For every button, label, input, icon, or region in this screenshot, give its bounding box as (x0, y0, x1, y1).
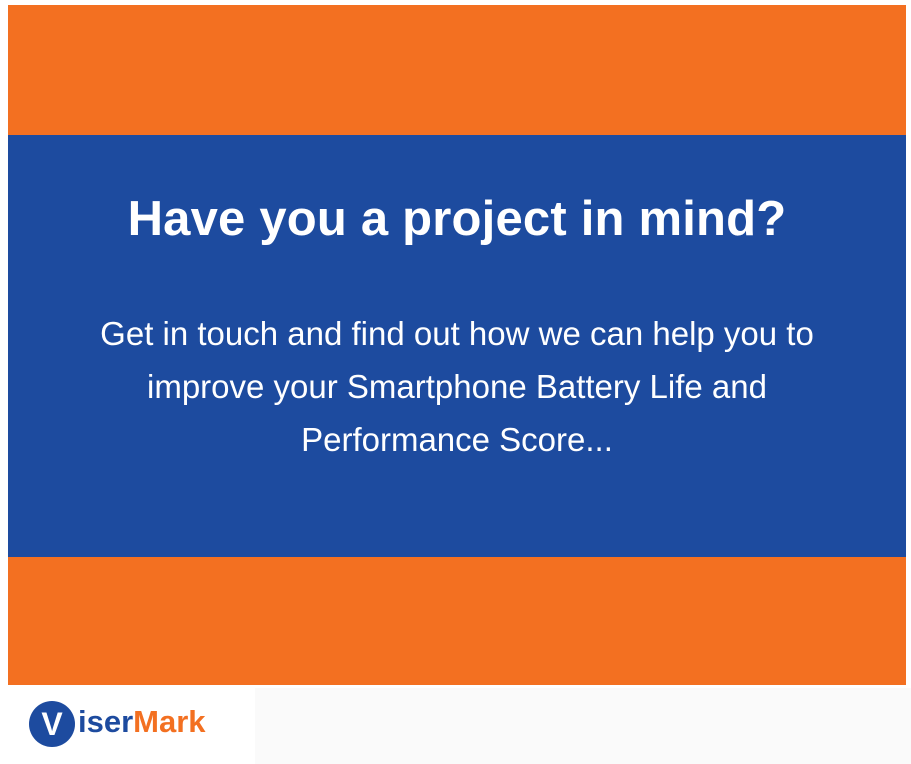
headline: Have you a project in mind? (127, 192, 787, 246)
logo-initial: V (41, 706, 63, 742)
subtext-line: Performance Score... (301, 421, 613, 458)
subtext-line: improve your Smartphone Battery Life and (147, 368, 767, 405)
blue-panel: Have you a project in mind? Get in touch… (8, 135, 906, 557)
subtext-line: Get in touch and find out how we can hel… (100, 315, 814, 352)
orange-band-bottom (8, 557, 906, 685)
logo-wordmark: iserMark (78, 704, 206, 740)
orange-band-top (8, 5, 906, 135)
logo-text-part1: iser (78, 704, 134, 739)
logo-mark-icon: V (29, 701, 75, 747)
footer: V iserMark (0, 688, 911, 764)
logo[interactable]: V iserMark (0, 688, 255, 764)
promo-banner: Have you a project in mind? Get in touch… (8, 5, 906, 685)
logo-text-part2: Mark (133, 704, 206, 739)
page: Have you a project in mind? Get in touch… (0, 0, 911, 764)
subtext: Get in touch and find out how we can hel… (48, 307, 866, 466)
